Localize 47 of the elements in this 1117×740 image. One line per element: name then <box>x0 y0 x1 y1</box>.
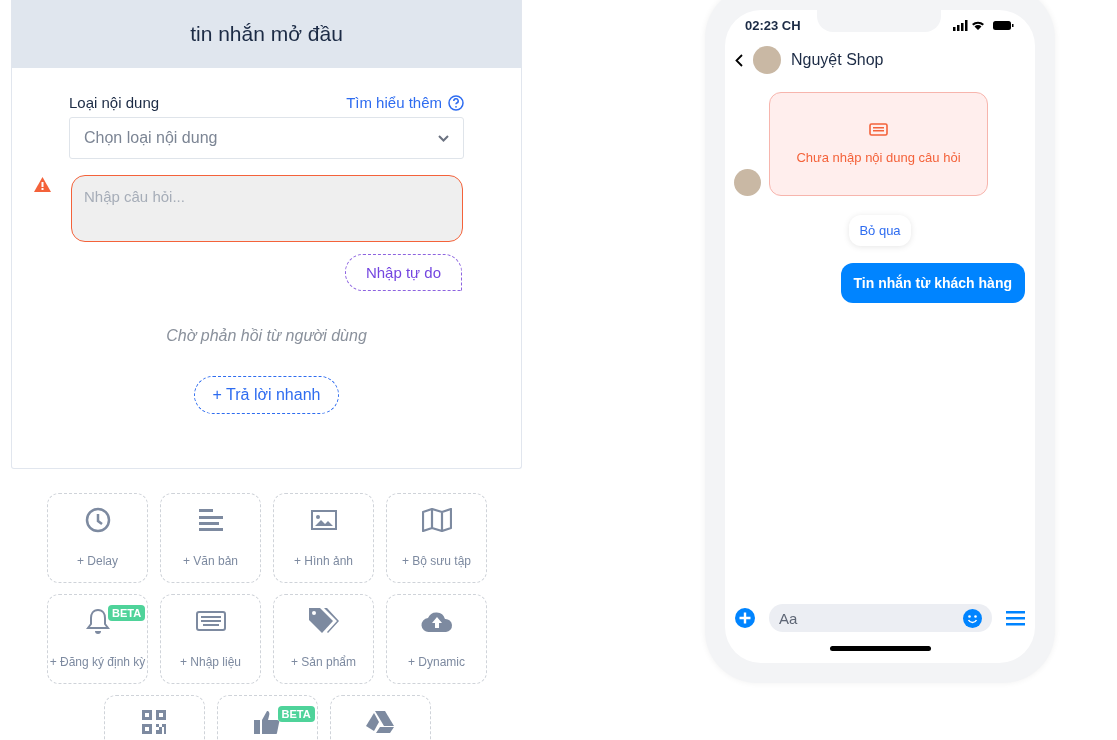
block-tile[interactable]: + Nhập liệu <box>160 594 261 684</box>
triangle-drive-icon <box>366 710 394 734</box>
bell-icon <box>85 608 110 634</box>
clock-icon <box>84 507 111 533</box>
menu-icon[interactable] <box>1006 610 1025 626</box>
block-tile[interactable]: + Bộ sưu tập <box>386 493 487 583</box>
qr-code-icon <box>142 710 166 734</box>
help-icon <box>448 94 464 111</box>
beta-badge: BETA <box>108 605 146 621</box>
block-tile[interactable]: + Delay <box>47 493 148 583</box>
block-tile[interactable]: BETA + Đăng ký định kỳ <box>47 594 148 684</box>
block-tile[interactable]: BETA <box>216 695 318 740</box>
text-lines-icon <box>198 508 223 532</box>
skip-button[interactable]: Bỏ qua <box>849 215 911 246</box>
field-label: Loại nội dung <box>69 94 160 111</box>
status-time: 02:23 CH <box>745 17 801 33</box>
block-tile[interactable]: + Hình ảnh <box>273 493 374 583</box>
map-icon <box>421 508 452 532</box>
plus-icon[interactable] <box>735 608 755 628</box>
thumbs-up-icon <box>254 709 280 735</box>
beta-badge: BETA <box>277 706 315 722</box>
image-icon <box>310 510 337 530</box>
status-icons-drawing <box>953 19 1015 31</box>
tags-icon <box>307 607 340 635</box>
content-type-dropdown[interactable]: Chọn loại nội dung <box>69 117 464 159</box>
error-message-bubble: Chưa nhập nội dung câu hỏi <box>769 92 988 196</box>
message-input-field[interactable]: Aa <box>769 604 992 632</box>
keyboard-icon <box>195 611 226 631</box>
cloud-upload-icon <box>420 609 453 633</box>
learn-more-link[interactable]: Tìm hiểu thêm <box>346 94 464 111</box>
free-input-button[interactable]: Nhập tự do <box>344 254 462 291</box>
avatar <box>753 46 781 74</box>
editor-title: tin nhắn mở đầu <box>12 0 521 68</box>
customer-message-bubble: Tin nhắn từ khách hàng <box>840 263 1025 303</box>
smiley-icon[interactable] <box>963 608 982 628</box>
question-field[interactable]: Nhập câu hỏi... <box>71 175 463 242</box>
warning-icon <box>34 177 51 192</box>
waiting-text: Chờ phản hồi từ người dùng <box>165 327 368 345</box>
block-tile[interactable]: + Sản phẩm <box>273 594 374 684</box>
block-tile[interactable]: + Văn bản <box>160 493 261 583</box>
contact-name: Nguyệt Shop <box>791 51 884 69</box>
block-tile[interactable]: + Dynamic <box>386 594 487 684</box>
keyboard-icon <box>869 123 888 136</box>
avatar <box>734 169 761 196</box>
quick-reply-button[interactable]: + Trả lời nhanh <box>193 376 340 414</box>
chevron-down-icon <box>438 134 449 142</box>
back-icon[interactable] <box>735 53 743 67</box>
